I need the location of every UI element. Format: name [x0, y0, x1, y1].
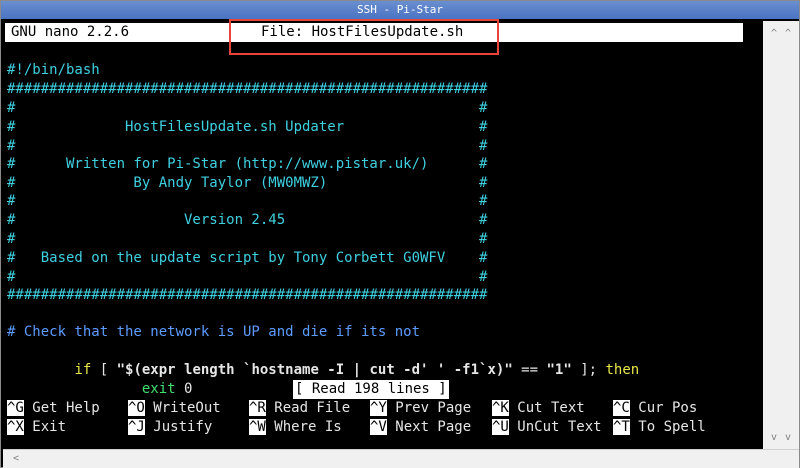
code-line: ########################################… [7, 81, 488, 97]
shortcut-key: ^G [7, 400, 24, 416]
terminal-area[interactable]: GNU nano 2.2.6 File: HostFilesUpdate.sh … [3, 21, 763, 449]
code-line: #!/bin/bash [7, 62, 100, 78]
shortcut-uncut-text[interactable]: ^U UnCut Text [492, 418, 602, 437]
exit-arg: 0 [175, 381, 193, 397]
code-line: # HostFilesUpdate.sh Updater # [7, 119, 488, 135]
chevron-up-icon[interactable]: ^ [767, 27, 781, 41]
chevron-up-icon[interactable]: ^ [781, 27, 795, 41]
keyword-then: then [605, 362, 640, 378]
status-message: [ Read 198 lines ] [293, 380, 449, 399]
shortcut-prev-page[interactable]: ^Y Prev Page [370, 399, 471, 418]
code-line: # Based on the update script by Tony Cor… [7, 250, 488, 266]
chevron-down-icon[interactable]: v [767, 431, 781, 445]
shortcut-read-file[interactable]: ^R Read File [249, 399, 350, 418]
window-title: SSH - Pi-Star [1, 1, 799, 19]
code-line-if: if [ "$(expr length `hostname -I | cut -… [7, 342, 639, 378]
shortcut-where-is[interactable]: ^W Where Is [249, 418, 342, 437]
code-line: # # [7, 138, 488, 154]
operator: == [512, 362, 547, 378]
file-name: File: HostFilesUpdate.sh [261, 24, 464, 40]
nano-version: GNU nano 2.2.6 [11, 24, 130, 40]
shortcut-get-help[interactable]: ^G Get Help [7, 399, 100, 418]
bracket-close: ]; [571, 362, 606, 378]
code-line: # # [7, 269, 488, 285]
ssh-window: SSH - Pi-Star GNU nano 2.2.6 File: HostF… [0, 0, 800, 468]
shortcut-key: ^T [613, 419, 630, 435]
shortcut-key: ^J [128, 419, 145, 435]
shortcut-writeout[interactable]: ^O WriteOut [128, 399, 221, 418]
shortcut-label: Read File [265, 400, 351, 416]
shortcut-justify[interactable]: ^J Justify [128, 418, 212, 437]
shortcut-key: ^X [7, 419, 24, 435]
shortcut-key: ^Y [370, 400, 387, 416]
nano-header: GNU nano 2.2.6 File: HostFilesUpdate.sh [5, 23, 743, 42]
shortcut-label: Where Is [265, 419, 342, 435]
shortcut-cur-pos[interactable]: ^C Cur Pos [613, 399, 697, 418]
shortcut-key: ^R [249, 400, 266, 416]
shortcut-label: Cur Pos [629, 400, 698, 416]
shortcut-key: ^V [370, 419, 387, 435]
shortcut-label: WriteOut [144, 400, 221, 416]
chevron-left-icon[interactable]: < [9, 452, 23, 466]
code-line: # # [7, 231, 488, 247]
keyword-exit: exit [141, 381, 176, 397]
shortcut-label: Cut Text [508, 400, 585, 416]
shortcut-label: Prev Page [386, 400, 472, 416]
shortcut-key: ^C [613, 400, 630, 416]
shortcut-label: Get Help [23, 400, 100, 416]
code-line: ########################################… [7, 287, 488, 303]
shortcut-exit[interactable]: ^X Exit [7, 418, 66, 437]
chevron-down-icon[interactable]: v [781, 431, 795, 445]
code-line: # # [7, 100, 488, 116]
horizontal-scrollbar[interactable]: < [3, 449, 799, 468]
shortcut-label: UnCut Text [508, 419, 602, 435]
shortcut-label: Justify [144, 419, 213, 435]
shortcut-label: Next Page [386, 419, 472, 435]
code-line: # Written for Pi-Star (http://www.pistar… [7, 156, 488, 172]
shortcut-next-page[interactable]: ^V Next Page [370, 418, 471, 437]
shortcut-key: ^W [249, 419, 266, 435]
shortcut-to-spell[interactable]: ^T To Spell [613, 418, 706, 437]
shortcut-label: Exit [23, 419, 67, 435]
string-one: "1" [546, 362, 572, 378]
vertical-scrollbar[interactable]: ^ ^ v v [763, 21, 799, 449]
code-line: # # [7, 193, 488, 209]
code-line: # By Andy Taylor (MW0MWZ) # [7, 175, 488, 191]
shortcut-label: To Spell [629, 419, 706, 435]
shortcut-key: ^U [492, 419, 509, 435]
code-line: # Version 2.45 # [7, 212, 488, 228]
shortcut-key: ^K [492, 400, 509, 416]
code-line: # Check that the network is UP and die i… [7, 324, 421, 340]
shortcut-cut-text[interactable]: ^K Cut Text [492, 399, 585, 418]
code-line-exit: exit 0 [7, 361, 193, 397]
shortcut-key: ^O [128, 400, 145, 416]
